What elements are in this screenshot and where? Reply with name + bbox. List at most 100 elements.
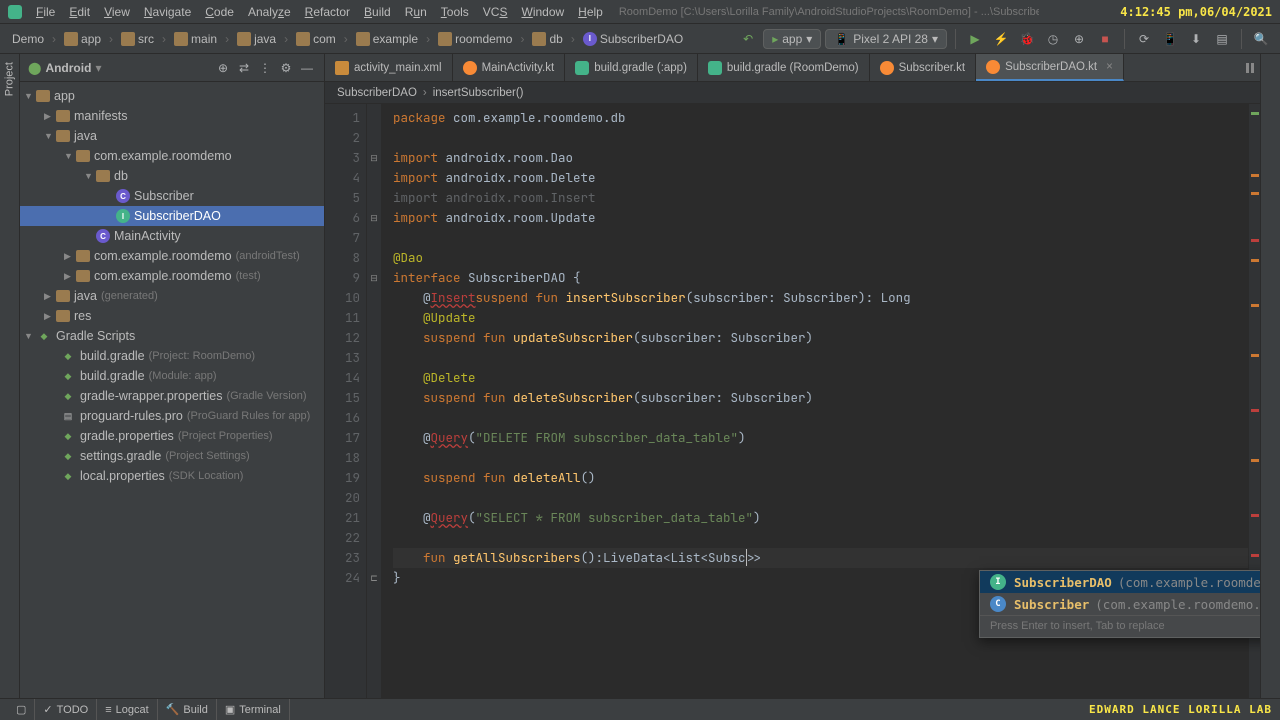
warn-mark[interactable] [1251, 192, 1259, 195]
menu-code[interactable]: Code [199, 3, 240, 21]
crumb-com[interactable]: com [292, 30, 340, 48]
menu-edit[interactable]: Edit [63, 3, 96, 21]
menu-refactor[interactable]: Refactor [299, 3, 356, 21]
tab-subscriberdao[interactable]: SubscriberDAO.kt× [976, 54, 1124, 81]
tree-node-java[interactable]: ▼java [20, 126, 324, 146]
warn-mark[interactable] [1251, 459, 1259, 462]
code-editor[interactable]: 123456789101112131415161718192021222324 … [325, 104, 1260, 698]
tree-node-gwrap[interactable]: ◆gradle-wrapper.properties(Gradle Versio… [20, 386, 324, 406]
tree-node-sgradle[interactable]: ◆settings.gradle(Project Settings) [20, 446, 324, 466]
tree-node-bgradle2[interactable]: ◆build.gradle(Module: app) [20, 366, 324, 386]
search-button[interactable]: 🔍 [1250, 28, 1272, 50]
crumb-src[interactable]: src [117, 30, 158, 48]
tree-node-subscriber[interactable]: CSubscriber [20, 186, 324, 206]
show-tools-button[interactable]: ▢ [8, 699, 35, 720]
menu-window[interactable]: Window [515, 3, 570, 21]
tree-node-app[interactable]: ▼app [20, 86, 324, 106]
tab-mainactivity[interactable]: MainActivity.kt [453, 54, 566, 81]
collapse-icon[interactable]: ⇄ [235, 59, 253, 77]
tab-subscriber[interactable]: Subscriber.kt [870, 54, 976, 81]
sidebar-header: ⬤ Android ▾ ⊕ ⇄ ⋮ ⚙ — [20, 54, 324, 82]
tree-node-pkg3[interactable]: ▶com.example.roomdemo(test) [20, 266, 324, 286]
error-mark[interactable] [1251, 554, 1259, 557]
logcat-tool[interactable]: ≡ Logcat [97, 699, 157, 720]
tree-node-manifests[interactable]: ▶manifests [20, 106, 324, 126]
tree-node-gradle-scripts[interactable]: ▼◆Gradle Scripts [20, 326, 324, 346]
menu-build[interactable]: Build [358, 3, 397, 21]
error-mark[interactable] [1251, 409, 1259, 412]
build-tool[interactable]: 🔨 Build [158, 699, 217, 720]
split-button[interactable] [1236, 54, 1260, 81]
warn-mark[interactable] [1251, 354, 1259, 357]
fold-gutter[interactable]: ⊟⊟⊟⊏ [367, 104, 381, 698]
tree-node-pkg1[interactable]: ▼com.example.roomdemo [20, 146, 324, 166]
autocomplete-item[interactable]: C Subscriber (com.example.roomdemo.db) [980, 593, 1260, 615]
tree-node-bgradle1[interactable]: ◆build.gradle(Project: RoomDemo) [20, 346, 324, 366]
terminal-tool[interactable]: ▣ Terminal [217, 699, 290, 720]
menu-tools[interactable]: Tools [435, 3, 475, 21]
crumb-app[interactable]: app [60, 30, 105, 48]
menu-vcs[interactable]: VCS [477, 3, 514, 21]
tree-node-mainactivity[interactable]: CMainActivity [20, 226, 324, 246]
sdk-button[interactable]: ⬇ [1185, 28, 1207, 50]
crumb-file[interactable]: ISubscriberDAO [579, 30, 687, 48]
tree-node-lprops[interactable]: ◆local.properties(SDK Location) [20, 466, 324, 486]
back-button[interactable]: ↶ [737, 28, 759, 50]
error-mark[interactable] [1251, 239, 1259, 242]
warn-mark[interactable] [1251, 304, 1259, 307]
attach-button[interactable]: ⊕ [1068, 28, 1090, 50]
autocomplete-item[interactable]: I SubscriberDAO (com.example.roomdemo.db… [980, 571, 1260, 593]
project-tool-button[interactable]: Project [0, 54, 19, 104]
bc-method[interactable]: insertSubscriber() [433, 87, 524, 99]
warn-mark[interactable] [1251, 174, 1259, 177]
profile-button[interactable]: ◷ [1042, 28, 1064, 50]
tree-node-db[interactable]: ▼db [20, 166, 324, 186]
main-area: Project ⬤ Android ▾ ⊕ ⇄ ⋮ ⚙ — ▼app ▶mani… [0, 54, 1280, 698]
run-config-selector[interactable]: ▸app▾ [763, 29, 821, 49]
dropdown-icon[interactable]: ▾ [95, 61, 101, 75]
menu-help[interactable]: Help [572, 3, 609, 21]
tree-node-subscriberdao[interactable]: ISubscriberDAO [20, 206, 324, 226]
menu-view[interactable]: View [98, 3, 136, 21]
xml-file-icon [335, 61, 349, 75]
sidebar-title[interactable]: Android [45, 61, 91, 75]
crumb-main[interactable]: main [170, 30, 221, 48]
structure-button[interactable]: ▤ [1211, 28, 1233, 50]
debug-button[interactable]: 🐞 [1016, 28, 1038, 50]
filter-icon[interactable]: ⋮ [256, 59, 274, 77]
menu-analyze[interactable]: Analyze [242, 3, 297, 21]
avd-button[interactable]: 📱 [1159, 28, 1181, 50]
menu-run[interactable]: Run [399, 3, 433, 21]
hide-icon[interactable]: — [298, 59, 316, 77]
tab-build-gradle-app[interactable]: build.gradle (:app) [565, 54, 698, 81]
tree-node-pkg2[interactable]: ▶com.example.roomdemo(androidTest) [20, 246, 324, 266]
crumb-java[interactable]: java [233, 30, 280, 48]
todo-tool[interactable]: ✓ TODO [35, 699, 97, 720]
tree-node-prules[interactable]: ▤proguard-rules.pro(ProGuard Rules for a… [20, 406, 324, 426]
crumb-project[interactable]: Demo [8, 30, 48, 48]
crumb-roomdemo[interactable]: roomdemo [434, 30, 516, 48]
stop-button[interactable]: ■ [1094, 28, 1116, 50]
interface-icon: I [990, 574, 1006, 590]
gear-icon[interactable]: ⚙ [277, 59, 295, 77]
run-button[interactable]: ▶ [964, 28, 986, 50]
crumb-example[interactable]: example [352, 30, 422, 48]
apply-changes-button[interactable]: ⚡ [990, 28, 1012, 50]
crumb-db[interactable]: db [528, 30, 566, 48]
device-selector[interactable]: 📱Pixel 2 API 28▾ [825, 29, 947, 49]
tab-build-gradle-project[interactable]: build.gradle (RoomDemo) [698, 54, 870, 81]
tab-activity-main[interactable]: activity_main.xml [325, 54, 453, 81]
close-icon[interactable]: × [1106, 61, 1113, 73]
menu-navigate[interactable]: Navigate [138, 3, 197, 21]
tree-node-gprops[interactable]: ◆gradle.properties(Project Properties) [20, 426, 324, 446]
props-file-icon: ◆ [60, 469, 76, 483]
target-icon[interactable]: ⊕ [214, 59, 232, 77]
tree-node-res[interactable]: ▶res [20, 306, 324, 326]
warn-mark[interactable] [1251, 259, 1259, 262]
menu-file[interactable]: File [30, 3, 61, 21]
error-mark[interactable] [1251, 514, 1259, 517]
bc-class[interactable]: SubscriberDAO [337, 87, 417, 99]
statusbar: ▢ ✓ TODO ≡ Logcat 🔨 Build ▣ Terminal EDW… [0, 698, 1280, 720]
tree-node-java-gen[interactable]: ▶java(generated) [20, 286, 324, 306]
sync-button[interactable]: ⟳ [1133, 28, 1155, 50]
